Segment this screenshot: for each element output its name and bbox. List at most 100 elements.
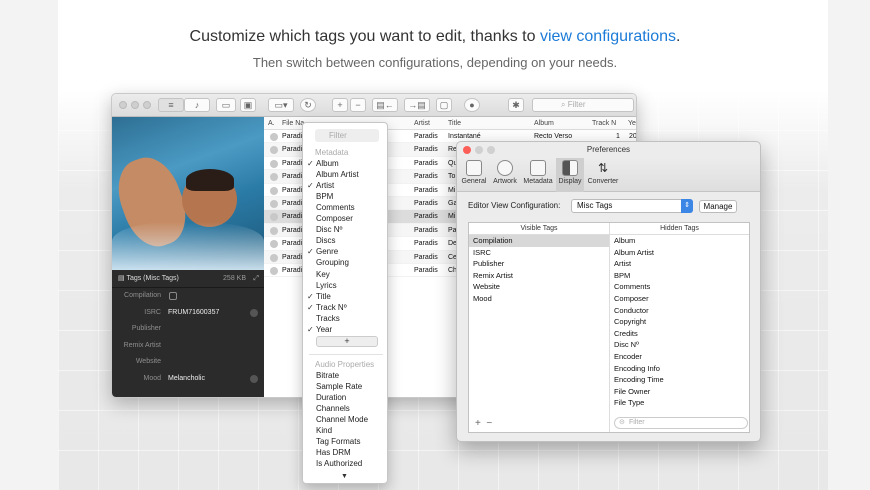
manage-button[interactable]: Manage [699,200,737,213]
close-button[interactable] [463,146,471,154]
tab-metadata[interactable]: Metadata [521,158,555,192]
menu-item-channel-mode[interactable]: Channel Mode [316,415,368,424]
scroll-down-icon[interactable]: ▼ [341,473,348,480]
menu-item-bitrate[interactable]: Bitrate [316,371,339,380]
search-input[interactable]: ⌕ Filter [532,98,634,112]
menu-item-is-authorized[interactable]: Is Authorized [316,459,362,468]
field-isrc[interactable]: ISRC FRUM71600357 [112,305,264,322]
list-item[interactable]: Mood [469,293,609,305]
menu-item-disc-n-[interactable]: Disc Nº [316,225,342,234]
list-item[interactable]: Disc Nº [610,339,749,351]
menu-item-sample-rate[interactable]: Sample Rate [316,382,362,391]
list-item[interactable]: Publisher [469,258,609,270]
list-item[interactable]: Comments [610,281,749,293]
status-check-icon [270,240,278,249]
menu-item-has-drm[interactable]: Has DRM [316,448,351,457]
menu-item-tag-formats[interactable]: Tag Formats [316,437,360,446]
view-configurations-link[interactable]: view configurations [540,28,676,45]
list-item[interactable]: Encoding Time [610,374,749,386]
section-audio-properties: Audio Properties [315,360,375,369]
menu-item-artist[interactable]: ✓ Artist [307,181,334,190]
menu-item-kind[interactable]: Kind [316,426,332,435]
expand-icon[interactable]: ⤢ [253,270,259,288]
hidden-filter-input[interactable]: ⊝ Filter [614,417,748,429]
sync-icon[interactable]: ↻ [300,98,316,112]
remove-icon[interactable]: − [350,98,366,112]
chevron-updown-icon: ⇕ [681,199,693,213]
menu-item-discs[interactable]: Discs [316,236,336,245]
menu-item-comments[interactable]: Comments [316,203,355,212]
menu-item-duration[interactable]: Duration [316,393,346,402]
menu-search-input[interactable]: Filter [315,129,379,142]
checkmark-icon: ✓ [307,324,314,334]
menu-item-track-n-[interactable]: ✓ Track Nº [307,303,347,312]
tab-general[interactable]: General [460,158,488,192]
stop-icon[interactable]: ● [464,98,480,112]
status-check-icon [270,133,278,141]
menu-item-title[interactable]: ✓ Title [307,292,331,301]
list-item[interactable]: BPM [610,270,749,282]
close-button[interactable] [119,101,127,109]
list-item[interactable]: File Owner [610,386,749,398]
status-check-icon [270,159,278,168]
list-item[interactable]: ISRC [469,247,609,259]
menu-item-tracks[interactable]: Tracks [316,314,340,323]
list-item[interactable]: Website [469,281,609,293]
folder-icon[interactable]: ▢ [436,98,452,112]
add-column-button[interactable]: + [316,336,378,347]
album-artwork [112,117,264,270]
field-remix-artist[interactable]: Remix Artist [112,338,264,355]
menu-item-key[interactable]: Key [316,270,330,279]
list-item[interactable]: Artist [610,258,749,270]
remove-tag-button[interactable]: − [486,418,492,429]
list-item[interactable]: Remix Artist [469,270,609,282]
tab-converter[interactable]: ⇅ Converter [585,158,621,192]
list-item[interactable]: Copyright [610,316,749,328]
zoom-button[interactable] [487,146,495,154]
zoom-button[interactable] [143,101,151,109]
menu-item-channels[interactable]: Channels [316,404,350,413]
list-item[interactable]: Conductor [610,305,749,317]
field-publisher[interactable]: Publisher [112,321,264,338]
menu-item-grouping[interactable]: Grouping [316,258,349,267]
list-item[interactable]: Album Artist [610,247,749,259]
list-item[interactable]: Encoding Info [610,363,749,375]
tab-display[interactable]: Display [556,158,584,192]
panel-icon[interactable]: ▭ [216,98,236,112]
list-item[interactable]: Album [610,235,749,247]
menu-item-album[interactable]: ✓ Album [307,159,339,168]
display-icon [562,160,578,176]
list-item[interactable]: Composer [610,293,749,305]
export-icon[interactable]: →▤ [404,98,430,112]
music-view-icon[interactable]: ♪ [184,98,210,112]
list-item[interactable]: File Type [610,397,749,409]
artwork-icon[interactable]: ▣ [240,98,256,112]
status-check-icon [270,266,278,275]
list-item[interactable]: Compilation [469,235,609,247]
menu-item-composer[interactable]: Composer [316,214,353,223]
field-website[interactable]: Website [112,354,264,371]
field-mood[interactable]: Mood Melancholic [112,371,264,388]
tab-artwork[interactable]: Artwork [490,158,520,192]
checkmark-icon: ✓ [307,181,314,191]
visible-tags-list: Visible Tags Compilation ISRC Publisher Rem… [469,223,610,432]
editor-view-select[interactable]: Misc Tags ⇕ [571,199,693,213]
compilation-checkbox[interactable] [169,292,177,300]
gear-icon[interactable]: ✱ [508,98,524,112]
minimize-button[interactable] [475,146,483,154]
menu-item-genre[interactable]: ✓ Genre [307,247,338,256]
menu-item-album-artist[interactable]: Album Artist [316,170,359,179]
view-menu-icon[interactable]: ▭▾ [268,98,294,112]
menu-item-bpm[interactable]: BPM [316,192,333,201]
menu-item-year[interactable]: ✓ Year [307,325,332,334]
list-item[interactable]: Credits [610,328,749,340]
clear-icon[interactable] [250,374,258,383]
add-tag-button[interactable]: + [475,418,481,429]
import-icon[interactable]: ▤← [372,98,398,112]
clear-icon[interactable] [250,308,258,317]
menu-item-lyrics[interactable]: Lyrics [316,281,337,290]
minimize-button[interactable] [131,101,139,109]
tags-view-icon[interactable]: ≡ [158,98,184,112]
list-item[interactable]: Encoder [610,351,749,363]
add-icon[interactable]: + [332,98,348,112]
